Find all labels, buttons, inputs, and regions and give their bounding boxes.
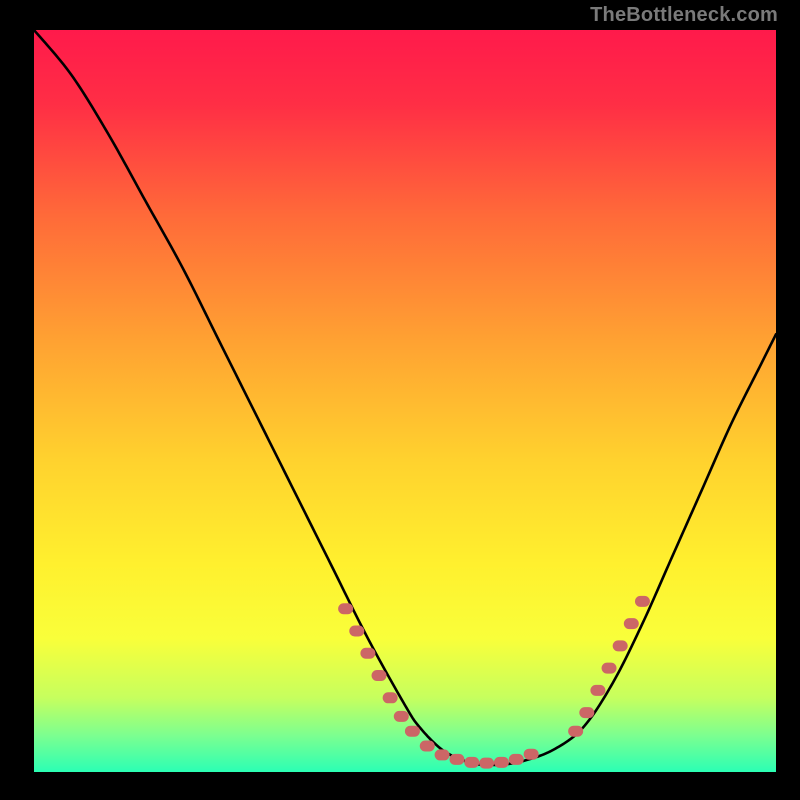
plot-area: [34, 30, 776, 772]
curve-marker: [524, 749, 538, 759]
curve-marker: [509, 754, 523, 764]
curve-marker: [394, 711, 408, 721]
curve-marker: [635, 596, 649, 606]
curve-marker: [465, 757, 479, 767]
curve-marker: [480, 758, 494, 768]
curve-marker: [624, 619, 638, 629]
curve-marker: [383, 693, 397, 703]
curve-marker: [435, 750, 449, 760]
curve-marker: [613, 641, 627, 651]
curve-marker: [591, 685, 605, 695]
curve-marker: [361, 648, 375, 658]
curve-marker: [350, 626, 364, 636]
curve-marker: [420, 741, 434, 751]
chart-svg: [34, 30, 776, 772]
curve-marker: [569, 726, 583, 736]
curve-marker: [372, 671, 386, 681]
curve-marker: [339, 604, 353, 614]
gradient-background: [34, 30, 776, 772]
curve-marker: [405, 726, 419, 736]
curve-marker: [602, 663, 616, 673]
curve-marker: [450, 754, 464, 764]
curve-marker: [580, 708, 594, 718]
curve-marker: [494, 757, 508, 767]
watermark-text: TheBottleneck.com: [590, 4, 778, 27]
chart-frame: TheBottleneck.com: [0, 0, 800, 800]
